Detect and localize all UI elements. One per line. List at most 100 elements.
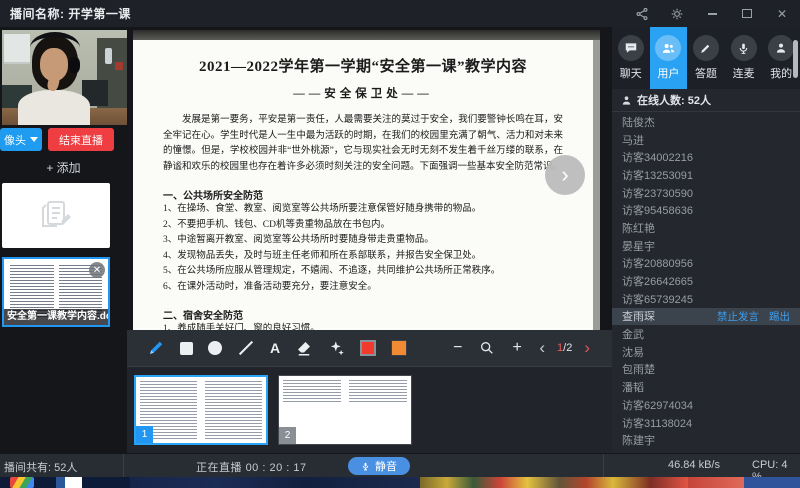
close-document-icon[interactable]: ✕ [89, 262, 105, 278]
tab-label: 答题 [695, 65, 717, 81]
user-list-item[interactable]: 访客62974034 [612, 396, 800, 414]
maximize-button[interactable] [739, 6, 755, 22]
page-total: /2 [563, 342, 572, 354]
user-name: 陆俊杰 [622, 114, 655, 130]
page1-preview [140, 381, 262, 439]
user-list-item[interactable]: 晏星宇 [612, 237, 800, 255]
eraser-tool-icon[interactable] [295, 338, 313, 358]
document-title: 2021—2022学年第一学期“安全第一课”教学内容 [163, 55, 563, 76]
user-list-item[interactable]: 马进 [612, 131, 800, 149]
magnifier-icon[interactable] [479, 338, 495, 358]
user-list-item[interactable]: 访客31138024 [612, 414, 800, 432]
tab-users[interactable]: 用户 [650, 27, 688, 89]
page-thumbnail-1[interactable]: 1 [134, 375, 268, 445]
ellipse-tool-icon[interactable] [208, 338, 222, 358]
webcam-headphones-earcup [69, 57, 80, 73]
desktop-fragment [420, 477, 688, 488]
next-page-button[interactable]: › [545, 155, 585, 195]
tab-label: 用户 [657, 65, 679, 81]
user-list-item[interactable]: 陆俊杰 [612, 113, 800, 131]
user-list-item[interactable]: 访客34002216 [612, 148, 800, 166]
tab-label: 我的 [770, 65, 792, 81]
end-stream-button[interactable]: 结束直播 [48, 128, 114, 151]
live-stream-app-window: 播间名称: 开学第一课 ✕ [0, 0, 800, 488]
color-swatch-orange[interactable] [391, 340, 407, 356]
status-bar: 播间共有: 52人 正在直播 00 : 20 : 17 静音 46.84 kB/… [0, 453, 800, 477]
webcam-video-preview [2, 30, 127, 125]
zoom-in-button[interactable]: + [512, 338, 521, 358]
previous-page-button[interactable]: ‹ [539, 338, 545, 358]
color-swatch-red[interactable] [360, 340, 376, 356]
user-list-item[interactable]: 潘韬 [612, 378, 800, 396]
user-list-item[interactable]: 金武 [612, 325, 800, 343]
user-list-item[interactable]: 访客13253091 [612, 166, 800, 184]
preview-text-column [349, 380, 407, 440]
pen-tool-icon[interactable] [147, 338, 165, 358]
highlight-tool-icon[interactable] [328, 338, 345, 358]
text-tool-icon[interactable]: A [270, 338, 280, 358]
document-paragraph: 发展是第一要务，平安是第一责任，人最需要关注的莫过于安全，我们要警钟长鸣在耳，安… [163, 113, 563, 175]
document-section-heading: 二、宿舍安全防范 [163, 307, 563, 322]
user-name: 陈红艳 [622, 220, 655, 236]
close-button[interactable]: ✕ [774, 6, 790, 22]
share-icon[interactable] [634, 6, 650, 22]
taskbar-browser-icon [10, 477, 34, 488]
desktop-taskbar-sliver [0, 477, 800, 488]
minimize-button[interactable] [704, 6, 720, 22]
rectangle-tool-icon[interactable] [180, 338, 193, 358]
mute-user-button[interactable]: 禁止发言 [717, 309, 759, 324]
document-pencil-icon [36, 196, 76, 236]
tab-mic-connect[interactable]: 连麦 [725, 27, 763, 89]
webcam-background-bottle [105, 48, 112, 64]
user-list-item[interactable]: 陈红艳 [612, 219, 800, 237]
user-list-item[interactable]: 访客20880956 [612, 255, 800, 273]
user-name: 访客62974034 [622, 397, 693, 413]
user-list: 陆俊杰 马进 访客34002216 访客13253091 访客23730590 … [612, 113, 800, 467]
chat-bubble-icon [618, 35, 644, 61]
document-slot-placeholder[interactable] [2, 183, 110, 248]
tab-chat[interactable]: 聊天 [612, 27, 650, 89]
tab-quiz[interactable]: 答题 [687, 27, 725, 89]
user-name: 访客65739245 [622, 291, 693, 307]
document-thumbnail-selected[interactable]: ✕ 安全第一课教学内容.doc [2, 257, 110, 327]
user-list-item[interactable]: 访客23730590 [612, 184, 800, 202]
document-list-item: 6、在课外活动时，准备活动要充分，要注意安全。 [163, 280, 563, 296]
page-thumbnail-2[interactable]: 2 [278, 375, 412, 445]
user-name: 访客95458636 [622, 202, 693, 218]
taskbar-word-icon [56, 477, 82, 488]
online-person-icon [621, 95, 632, 106]
user-list-scrollbar-thumb[interactable] [793, 40, 798, 78]
user-list-item[interactable]: 包雨楚 [612, 361, 800, 379]
kick-user-button[interactable]: 踢出 [769, 309, 790, 324]
line-tool-icon[interactable] [237, 338, 255, 358]
page-thumbnails-strip: 1 2 [127, 366, 612, 453]
person-icon [768, 35, 794, 61]
next-page-arrow-button[interactable]: › [584, 338, 590, 358]
user-name: 访客34002216 [622, 149, 693, 165]
user-actions: 禁止发言 踢出 [717, 309, 790, 324]
tab-label: 连麦 [733, 65, 755, 81]
camera-select-button[interactable]: 像头 [0, 128, 42, 151]
user-name: 陈建宇 [622, 432, 655, 448]
user-list-item[interactable]: 查雨琛 禁止发言 踢出 [612, 308, 800, 326]
user-list-item[interactable]: 访客95458636 [612, 201, 800, 219]
user-list-item[interactable]: 访客26642665 [612, 272, 800, 290]
users-icon [655, 35, 681, 61]
user-list-item[interactable]: 陈建宇 [612, 431, 800, 449]
webcam-background-object [115, 62, 123, 70]
document-section-heading: 一、公共场所安全防范 [163, 187, 563, 202]
user-list-item[interactable]: 访客65739245 [612, 290, 800, 308]
statusbar-divider [603, 454, 604, 478]
page-number-badge: 2 [279, 427, 296, 444]
user-name: 访客31138024 [622, 415, 692, 431]
live-label: 正在直播 [196, 462, 242, 474]
mute-button[interactable]: 静音 [348, 457, 410, 475]
page2-preview [283, 380, 407, 440]
user-list-item[interactable]: 沈易 [612, 343, 800, 361]
settings-gear-icon[interactable] [669, 6, 685, 22]
document-list-item: 3、中途暂离开教室、阅览室等公共场所时要随身带走贵重物品。 [163, 233, 563, 249]
add-document-button[interactable]: + 添加 [0, 159, 127, 177]
zoom-out-button[interactable]: − [453, 338, 462, 358]
document-scrollbar[interactable] [593, 40, 600, 332]
user-name: 包雨楚 [622, 361, 655, 377]
